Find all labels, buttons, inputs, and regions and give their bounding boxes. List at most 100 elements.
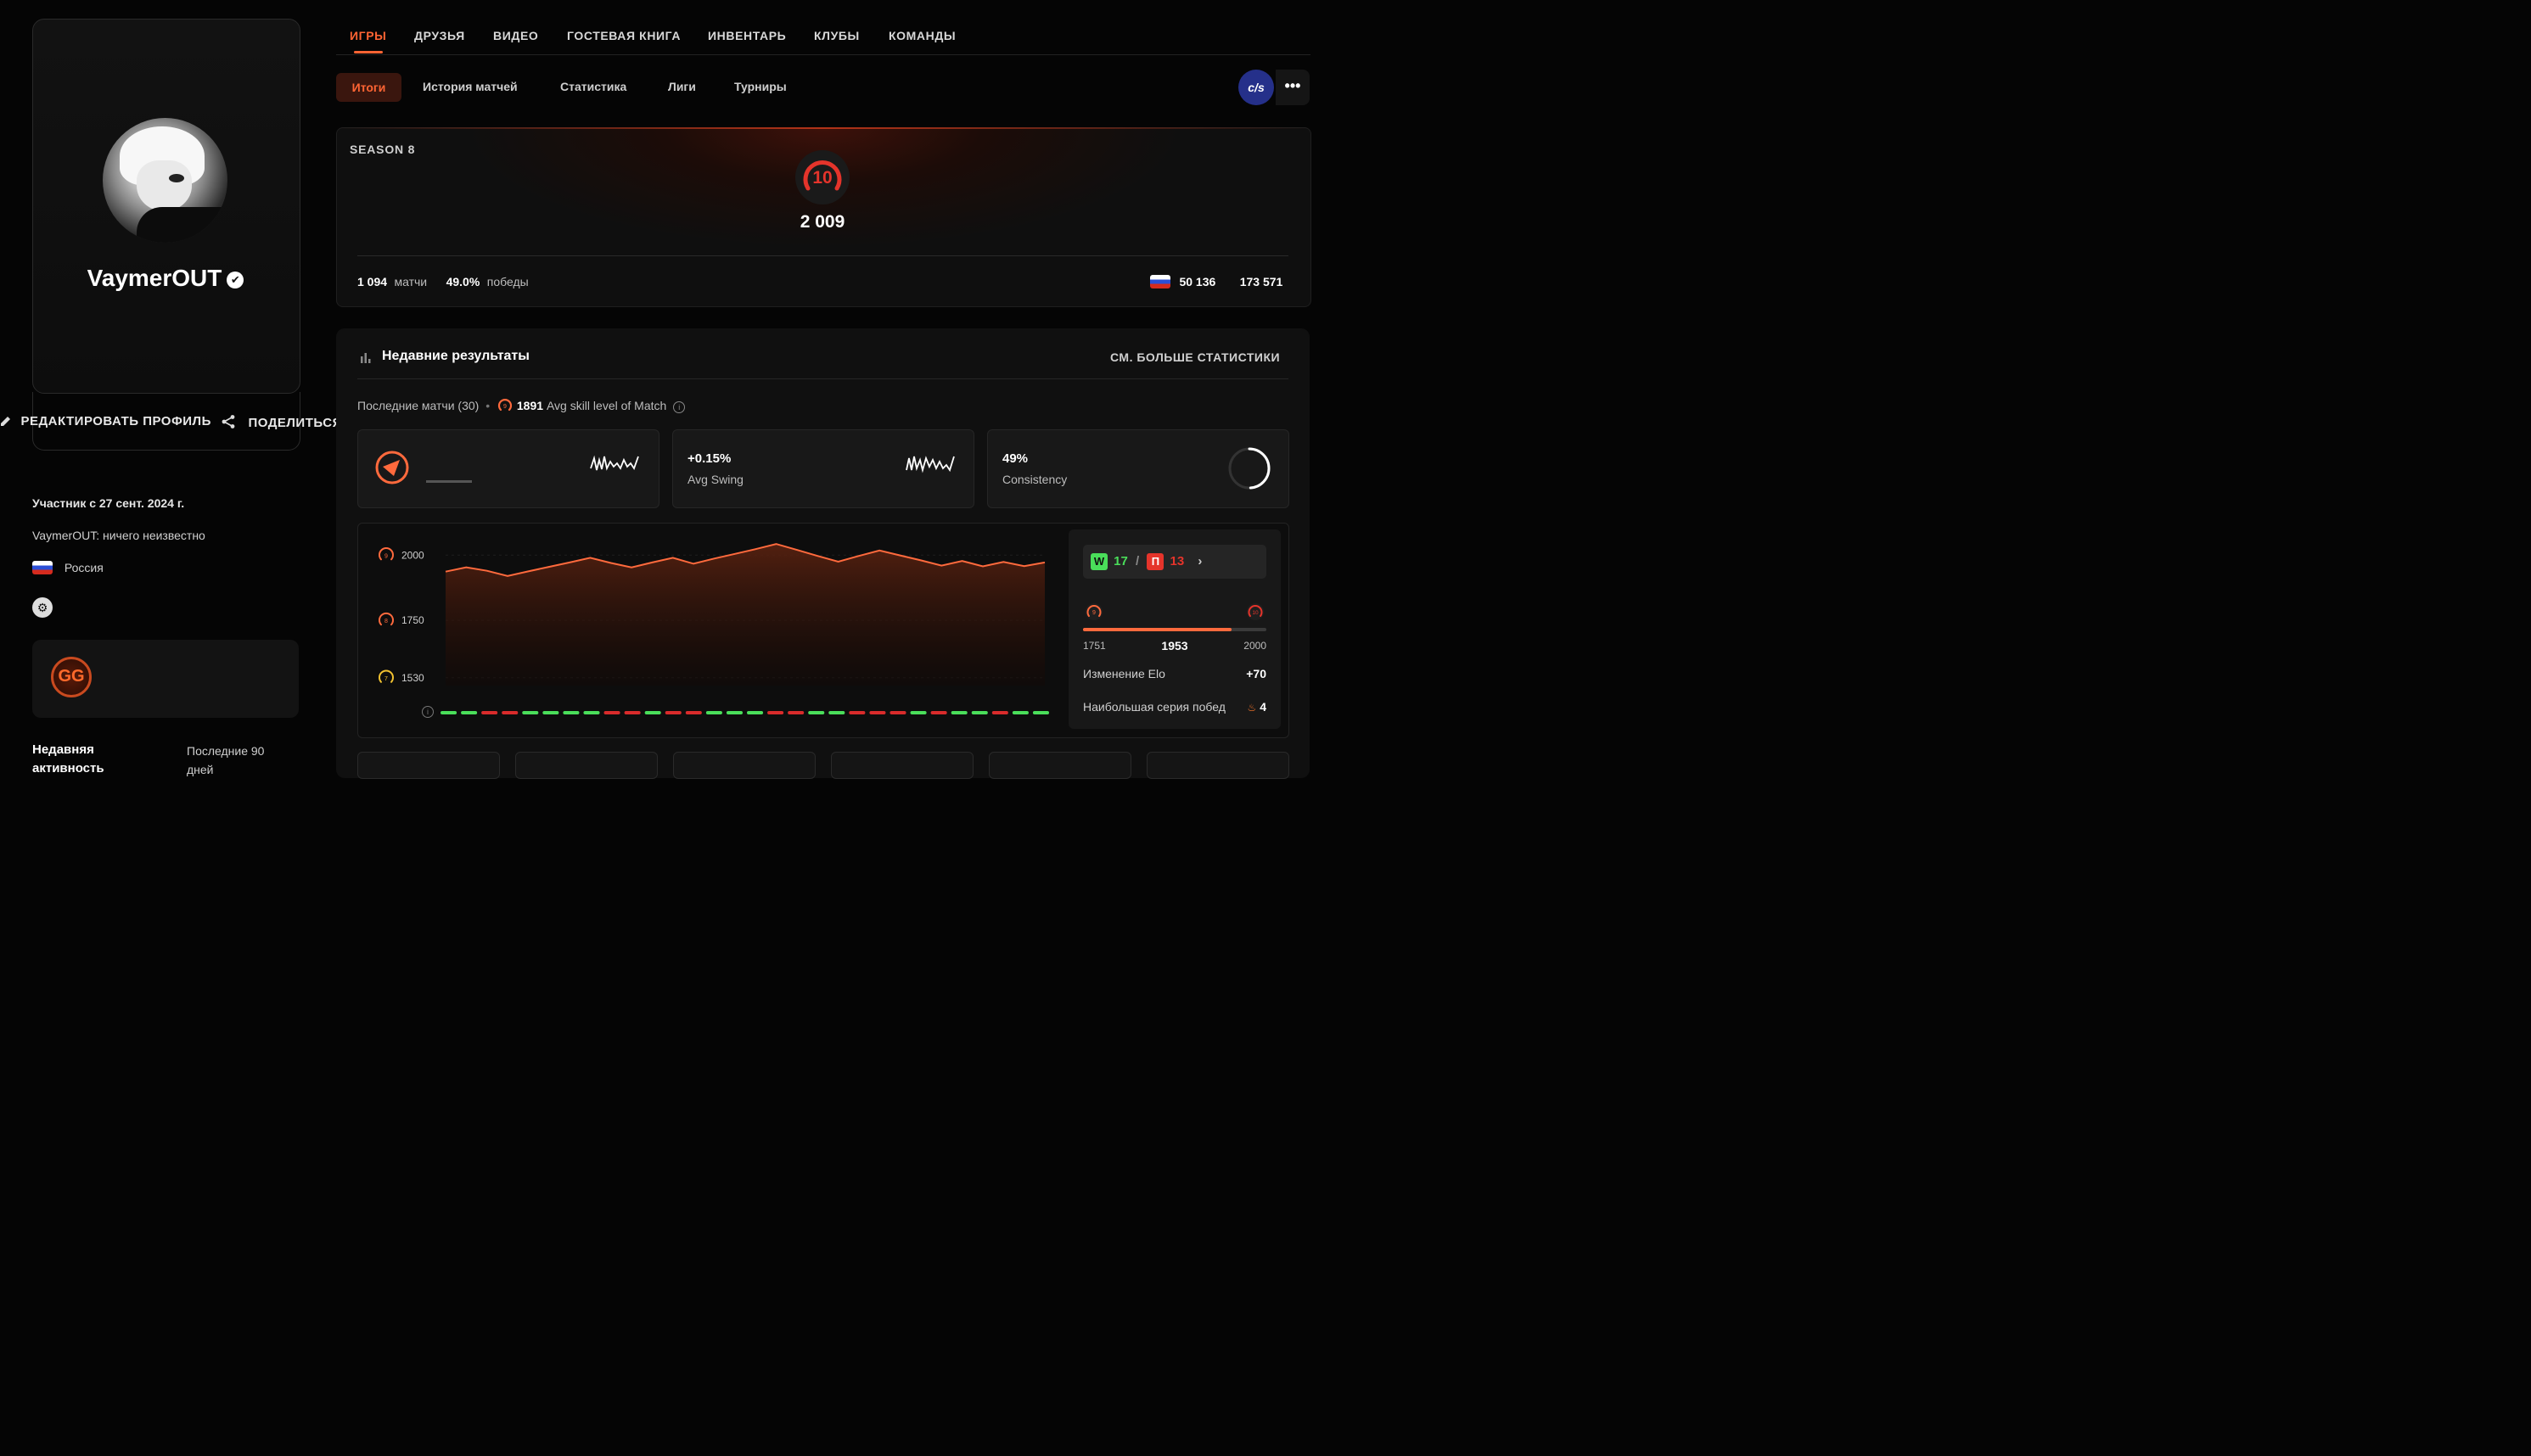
tab-friends[interactable]: ДРУЗЬЯ [414,29,465,42]
elo-area [446,544,1045,686]
russia-flag-icon [1150,275,1170,288]
result-loss[interactable] [481,711,498,714]
recent-results-title: Недавние результаты [382,349,530,363]
stat-card [989,752,1131,779]
result-win[interactable] [461,711,478,714]
result-win[interactable] [910,711,927,714]
y-tick: 9 2000 [379,547,424,561]
rating-placeholder-bar [426,480,472,483]
result-loss[interactable] [930,711,947,714]
member-since: Участник с 27 сент. 2024 г. [32,496,185,510]
tab-games[interactable]: ИГРЫ [350,29,386,42]
tab-teams[interactable]: КОМАНДЫ [889,29,956,42]
result-loss[interactable] [788,711,805,714]
result-win[interactable] [522,711,539,714]
result-loss[interactable] [767,711,784,714]
stat-card [1147,752,1289,779]
svg-text:9: 9 [1092,610,1096,616]
edit-profile-label: РЕДАКТИРОВАТЬ ПРОФИЛЬ [20,414,211,428]
avatar[interactable] [103,118,227,243]
result-win[interactable] [951,711,968,714]
elo-range-fill [1083,628,1232,631]
recent-divider [357,378,1288,379]
result-loss[interactable] [869,711,886,714]
matches-value: 1 094 [357,275,388,288]
result-win[interactable] [1012,711,1029,714]
result-loss[interactable] [502,711,519,714]
badge-text: GG [58,667,85,686]
level-9-icon: 9 [1086,603,1103,620]
see-more-stats-link[interactable]: СМ. БОЛЬШЕ СТАТИСТИКИ [1110,350,1280,364]
chevron-right-icon[interactable]: › [1198,554,1202,568]
result-loss[interactable] [685,711,702,714]
subtab-statistics[interactable]: Статистика [560,80,626,93]
season-matches: 1 094 матчи 49.0% победы [357,275,529,290]
range-max: 2000 [1243,640,1266,652]
result-win[interactable] [1032,711,1049,714]
elo-chart: 9 2000 8 1750 7 1530 [379,543,1049,714]
season-divider [357,255,1288,256]
result-win[interactable] [563,711,580,714]
tab-guestbook[interactable]: ГОСТЕВАЯ КНИГА [567,29,681,42]
season-glow-line [336,127,1310,129]
info-icon[interactable]: i [673,401,686,413]
season-ranks: 50 136 173 571 [1150,275,1282,290]
result-win[interactable] [808,711,825,714]
elo-change-value: +70 [1246,667,1266,680]
result-loss[interactable] [665,711,682,714]
level-10-icon: 10 [1247,603,1264,620]
edit-profile-button[interactable]: РЕДАКТИРОВАТЬ ПРОФИЛЬ [0,414,211,429]
level-icon-text: 7 [384,676,388,682]
swing-value: +0.15% [687,451,732,466]
country-rank: 50 136 [1179,275,1216,288]
y-tick-label: 1750 [401,614,424,626]
range-min: 1751 [1083,640,1106,652]
stat-card [673,752,816,779]
tab-inventory[interactable]: ИНВЕНТАРЬ [708,29,786,42]
result-loss[interactable] [624,711,641,714]
y-tick-label: 2000 [401,549,424,561]
verified-icon: ✔ [227,272,244,288]
season-elo: 2 009 [800,212,845,232]
result-loss[interactable] [991,711,1008,714]
result-loss[interactable] [603,711,620,714]
consistency-value: 49% [1002,451,1029,466]
loss-badge: П [1147,553,1164,570]
nav-divider [336,54,1310,55]
result-win[interactable] [441,711,457,714]
result-win[interactable] [971,711,988,714]
result-loss[interactable] [889,711,906,714]
level-icon-text: 9 [384,553,388,559]
win-badge: W [1091,553,1108,570]
subtab-tournaments[interactable]: Турниры [734,80,787,93]
svg-text:10: 10 [1252,610,1259,616]
result-win[interactable] [644,711,661,714]
cs-icon[interactable]: c/s [1238,70,1274,105]
share-button[interactable]: ПОДЕЛИТЬСЯ [221,414,342,431]
gg-badge-icon[interactable]: GG [51,657,92,697]
tab-clubs[interactable]: КЛУБЫ [814,29,860,42]
subtab-match-history[interactable]: История матчей [423,80,518,93]
result-win[interactable] [542,711,559,714]
consistency-label: Consistency [1002,473,1068,486]
tab-video[interactable]: ВИДЕО [493,29,538,42]
subtab-leagues[interactable]: Лиги [668,80,696,93]
result-win[interactable] [583,711,600,714]
sparkline-icon [590,455,639,471]
result-win[interactable] [705,711,722,714]
profile-bio: VaymerOUT: ничего неизвестно [32,529,205,542]
more-options-button[interactable]: ••• [1276,70,1310,105]
last-matches-row: Последние матчи (30) • 9 1891 Avg skill … [357,397,686,414]
info-icon[interactable]: i [422,706,434,718]
pencil-icon [1,417,10,426]
result-loss[interactable] [849,711,866,714]
result-win[interactable] [747,711,764,714]
country-name: Россия [64,561,104,574]
y-tick-label: 1530 [401,672,424,684]
svg-text:9: 9 [503,404,507,410]
result-win[interactable] [828,711,845,714]
season-level: 10 [812,168,833,188]
result-win[interactable] [726,711,743,714]
subtab-summary[interactable]: Итоги [336,73,401,102]
steam-icon[interactable]: ⚙ [32,597,53,618]
